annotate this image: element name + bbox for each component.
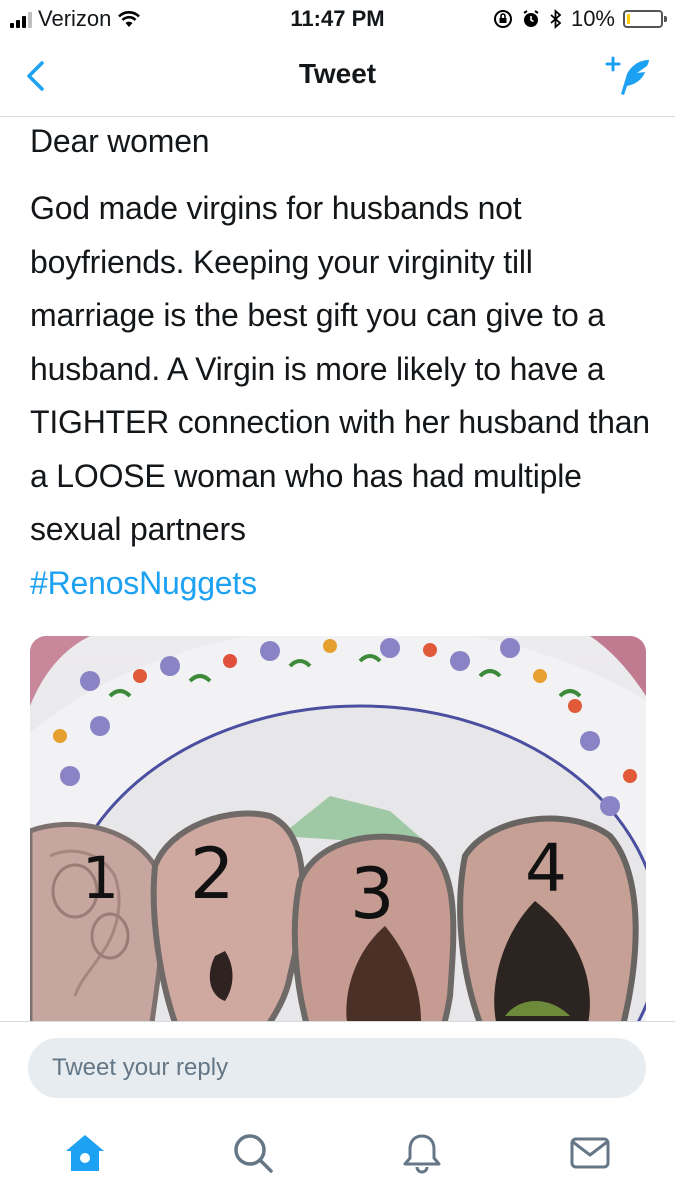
page-title: Tweet	[298, 58, 377, 89]
status-bar: Verizon 11:47 PM 10%	[0, 0, 675, 40]
compose-tweet-icon[interactable]	[605, 54, 653, 98]
steak-label-3: 3	[350, 853, 395, 935]
home-icon[interactable]	[63, 1131, 107, 1175]
reply-bar: Tweet your reply	[0, 1021, 675, 1112]
steak-label-4: 4	[525, 830, 567, 907]
tweet-image[interactable]: 1 2 3 4	[30, 636, 646, 1021]
alarm-icon	[523, 10, 539, 27]
battery-level-fill	[627, 14, 630, 24]
orientation-lock-icon	[493, 10, 512, 28]
bluetooth-icon	[550, 9, 562, 29]
tweet-text: Dear women God made virgins for husbands…	[30, 116, 652, 610]
navigation-bar: Tweet	[0, 40, 675, 117]
hashtag-link[interactable]: #RenosNuggets	[30, 565, 257, 601]
battery-icon	[623, 10, 667, 28]
fish-plate-illustration: 1 2 3 4	[30, 636, 646, 1021]
reply-input[interactable]: Tweet your reply	[28, 1038, 646, 1098]
tweet-line-greeting: Dear women	[30, 123, 210, 159]
mail-icon[interactable]	[568, 1131, 612, 1175]
tweet-line-body: God made virgins for husbands not boyfri…	[30, 190, 650, 547]
tab-bar	[0, 1111, 675, 1200]
status-right: 10%	[493, 6, 667, 32]
bell-icon[interactable]	[400, 1131, 444, 1175]
battery-percent: 10%	[570, 6, 615, 31]
steak-label-1: 1	[82, 844, 119, 912]
search-icon[interactable]	[231, 1131, 275, 1175]
steak-label-2: 2	[190, 833, 235, 915]
tweet-content: Dear women God made virgins for husbands…	[30, 116, 652, 1021]
